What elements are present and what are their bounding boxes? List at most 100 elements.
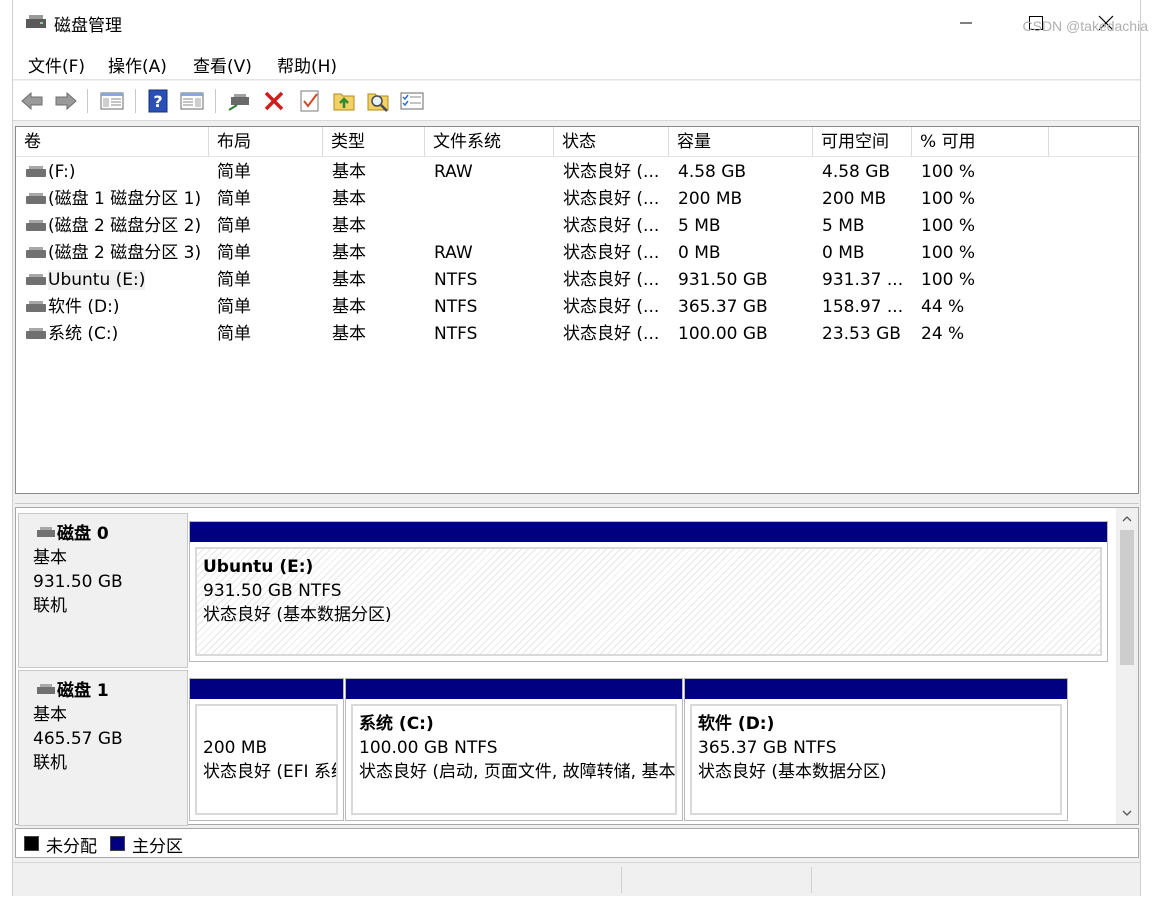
volume-row[interactable]: (磁盘 2 磁盘分区 2) 简单 基本 状态良好 (... 5 MB 5 MB 100 % (16, 213, 1138, 240)
column-header-status[interactable]: 状态 (554, 127, 669, 157)
volume-pct-cell: 100 % (921, 243, 976, 263)
volume-layout-cell: 简单 (217, 216, 251, 236)
volume-capacity-cell: 4.58 GB (678, 162, 747, 182)
forward-button[interactable] (53, 88, 79, 114)
disk-0-kind: 基本 (33, 548, 67, 568)
scroll-up-icon[interactable] (1121, 513, 1133, 525)
volume-capacity-cell: 5 MB (678, 216, 721, 236)
volume-name-cell: Ubuntu (E:) (20, 267, 218, 294)
console-tree-button[interactable] (99, 88, 125, 114)
show-hide-pane-button[interactable] (179, 88, 205, 114)
volume-row[interactable]: (磁盘 2 磁盘分区 3) 简单 基本 RAW 状态良好 (... 0 MB 0 MB 100… (16, 240, 1138, 267)
partition-software-d-body: 软件 (D:) 365.37 GB NTFS 状态良好 (基本数据分区) (690, 704, 1062, 815)
primary-partition-bar (190, 522, 1107, 542)
search-button[interactable] (365, 88, 391, 114)
volume-name: 系统 (C:) (48, 324, 119, 344)
column-header-volume[interactable]: 卷 (16, 127, 209, 157)
partition-software-d[interactable]: 软件 (D:) 365.37 GB NTFS 状态良好 (基本数据分区) (684, 678, 1068, 821)
volume-capacity-cell: 100.00 GB (678, 324, 768, 344)
volume-list-header: 卷 布局 类型 文件系统 状态 容量 可用空间 % 可用 (16, 127, 1138, 157)
disk-0-name: 磁盘 0 (33, 522, 187, 546)
delete-icon (264, 91, 284, 111)
partition-status: 状态良好 (启动, 页面文件, 故障转储, 基本 (359, 762, 676, 782)
menu-action[interactable]: 操作(A) (108, 52, 167, 77)
volume-name-cell: (磁盘 2 磁盘分区 3) (20, 240, 218, 267)
volume-type-cell: 基本 (332, 297, 366, 317)
volume-name-cell: 系统 (C:) (20, 321, 218, 348)
primary-partition-bar (190, 679, 343, 699)
column-header-layout[interactable]: 布局 (209, 127, 323, 157)
volume-name: 软件 (D:) (48, 297, 120, 317)
volume-type-cell: 基本 (332, 189, 366, 209)
volume-status-cell: 状态良好 (... (563, 216, 660, 236)
vertical-scrollbar[interactable] (1116, 508, 1138, 824)
minimize-button[interactable] (931, 0, 1001, 46)
status-bar (13, 862, 1140, 896)
help-icon: ? (148, 89, 168, 113)
partition-efi[interactable]: 200 MB 状态良好 (EFI 系统 (189, 678, 344, 821)
disk-0-size: 931.50 GB (33, 572, 123, 592)
menu-view[interactable]: 查看(V) (193, 52, 252, 77)
partition-system-c[interactable]: 系统 (C:) 100.00 GB NTFS 状态良好 (启动, 页面文件, 故… (345, 678, 683, 821)
partition-title (203, 712, 336, 736)
menu-file[interactable]: 文件(F) (28, 52, 85, 77)
check-button[interactable] (297, 88, 323, 114)
partition-size-fs: 931.50 GB NTFS (203, 581, 342, 601)
partition-size-fs: 200 MB (203, 738, 268, 758)
legend-primary-partition: 主分区 (132, 837, 183, 857)
legend-unallocated: 未分配 (46, 837, 97, 857)
volume-layout-cell: 简单 (217, 270, 251, 290)
drive-icon (26, 328, 46, 339)
properties-view-icon (180, 92, 204, 110)
partition-status: 状态良好 (EFI 系统 (203, 762, 338, 782)
volume-row[interactable]: 软件 (D:) 简单 基本 NTFS 状态良好 (... 365.37 GB 158.97 … (16, 294, 1138, 321)
volume-layout-cell: 简单 (217, 162, 251, 182)
disk-0-info[interactable]: 磁盘 0 基本 931.50 GB 联机 (18, 513, 188, 668)
volume-row[interactable]: 系统 (C:) 简单 基本 NTFS 状态良好 (... 100.00 GB 23.53 G… (16, 321, 1138, 348)
status-segment (621, 867, 811, 893)
volume-fs-cell: NTFS (434, 297, 478, 317)
console-tree-icon (100, 92, 124, 110)
column-header-filesystem[interactable]: 文件系统 (425, 127, 554, 157)
disk-1-kind: 基本 (33, 705, 67, 725)
partition-efi-body: 200 MB 状态良好 (EFI 系统 (195, 704, 338, 815)
volume-status-cell: 状态良好 (... (563, 243, 660, 263)
volume-row[interactable]: (磁盘 1 磁盘分区 1) 简单 基本 状态良好 (... 200 MB 200 MB 10… (16, 186, 1138, 213)
title-bar: 磁盘管理 (13, 0, 1140, 46)
settings-list-button[interactable] (399, 88, 425, 114)
window-title: 磁盘管理 (54, 16, 122, 36)
scrollbar-thumb[interactable] (1120, 530, 1134, 665)
partition-title: 软件 (D:) (698, 714, 775, 734)
drive-icon (26, 301, 46, 312)
column-header-type[interactable]: 类型 (323, 127, 425, 157)
status-segment (811, 867, 1141, 893)
import-icon (333, 93, 355, 111)
back-button[interactable] (19, 88, 45, 114)
connect-drive-button[interactable] (227, 88, 253, 114)
volume-row[interactable]: Ubuntu (E:) 简单 基本 NTFS 状态良好 (... 931.50 GB 931… (16, 267, 1138, 294)
column-header-free-space[interactable]: 可用空间 (813, 127, 912, 157)
drive-icon (26, 274, 46, 285)
volume-capacity-cell: 365.37 GB (678, 297, 768, 317)
disk-0-state: 联机 (33, 596, 67, 616)
column-header-capacity[interactable]: 容量 (669, 127, 813, 157)
primary-partition-bar (685, 679, 1067, 699)
import-button[interactable] (331, 88, 357, 114)
legend: 未分配 主分区 (15, 828, 1139, 858)
partition-ubuntu-e[interactable]: Ubuntu (E:) 931.50 GB NTFS 状态良好 (基本数据分区) (189, 521, 1108, 662)
volume-pct-cell: 100 % (921, 162, 976, 182)
primary-partition-bar (346, 679, 682, 699)
volume-free-cell: 158.97 ... (822, 297, 904, 317)
toolbar: ? (13, 81, 1140, 121)
partition-status: 状态良好 (基本数据分区) (203, 605, 392, 625)
volume-name-cell: (磁盘 2 磁盘分区 2) (20, 213, 218, 240)
delete-button[interactable] (261, 88, 287, 114)
disk-1-info[interactable]: 磁盘 1 基本 465.57 GB 联机 (18, 670, 188, 826)
menu-help[interactable]: 帮助(H) (277, 52, 337, 77)
column-header-percent-free[interactable]: % 可用 (912, 127, 1049, 157)
scroll-down-icon[interactable] (1121, 807, 1133, 819)
volume-row[interactable]: (F:) 简单 基本 RAW 状态良好 (... 4.58 GB 4.58 GB 100 % (16, 159, 1138, 186)
svg-text:?: ? (153, 92, 162, 111)
help-button[interactable]: ? (145, 88, 171, 114)
splitter[interactable] (15, 494, 1139, 504)
